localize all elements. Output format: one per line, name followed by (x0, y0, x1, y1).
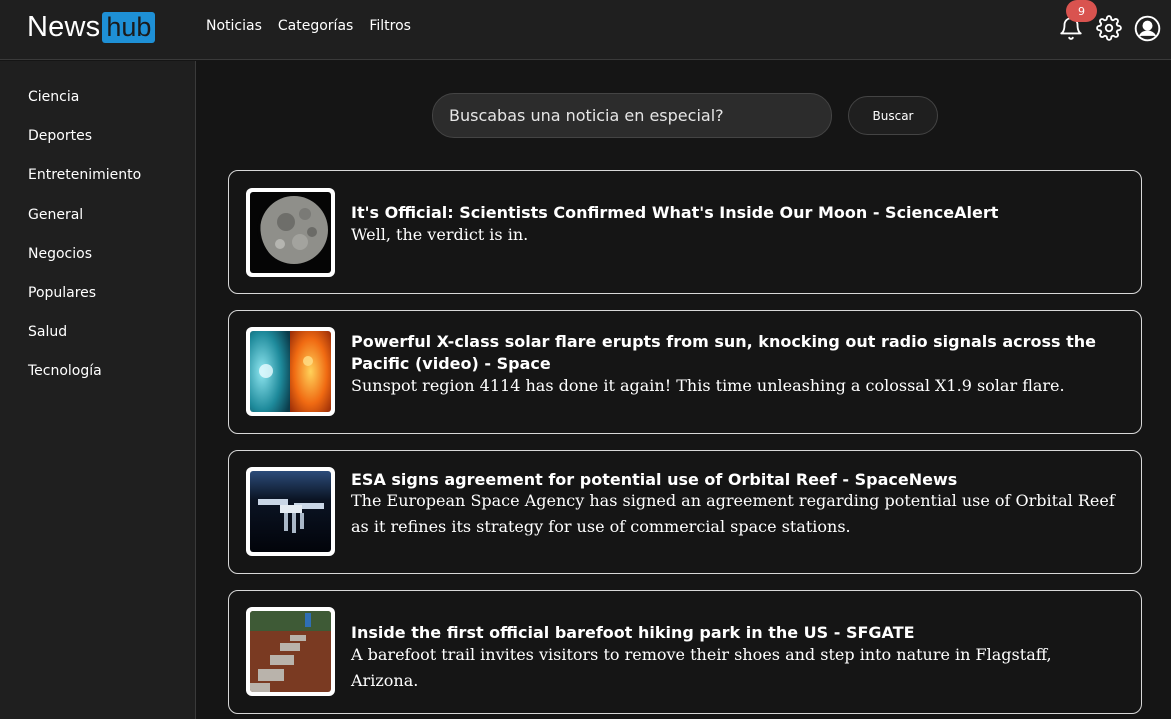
main-nav: Noticias Categorías Filtros (206, 18, 411, 34)
notification-badge: 9 (1066, 0, 1097, 22)
logo-text-news: News (27, 11, 101, 43)
sidebar-item-deportes[interactable]: Deportes (28, 128, 92, 144)
article-description: The European Space Agency has signed an … (351, 491, 1115, 536)
article-description: Well, the verdict is in. (351, 225, 529, 244)
category-sidebar: Ciencia Deportes Entretenimiento General… (0, 61, 196, 719)
space-station-image (246, 467, 335, 556)
sidebar-item-populares[interactable]: Populares (28, 285, 96, 301)
sidebar-item-entretenimiento[interactable]: Entretenimiento (28, 167, 141, 183)
article-title: Inside the first official barefoot hikin… (351, 623, 915, 642)
user-icon[interactable] (1134, 15, 1161, 42)
logo-text-hub: hub (102, 11, 156, 43)
article-title: Powerful X-class solar flare erupts from… (351, 332, 1097, 373)
article-description: Sunspot region 4114 has done it again! T… (351, 376, 1065, 395)
sidebar-item-salud[interactable]: Salud (28, 324, 67, 340)
nav-noticias[interactable]: Noticias (206, 18, 262, 34)
sidebar-item-tecnologia[interactable]: Tecnología (28, 363, 102, 379)
moon-image (246, 188, 335, 277)
sidebar-item-general[interactable]: General (28, 207, 83, 223)
sidebar-item-negocios[interactable]: Negocios (28, 246, 92, 262)
newshub-logo[interactable]: News hub (27, 9, 156, 45)
search-button[interactable]: Buscar (848, 96, 938, 135)
barefoot-trail-image (246, 607, 335, 696)
news-card[interactable]: It's Official: Scientists Confirmed What… (228, 170, 1142, 294)
news-card[interactable]: ESA signs agreement for potential use of… (228, 450, 1142, 574)
gear-icon[interactable] (1096, 15, 1122, 41)
article-title: It's Official: Scientists Confirmed What… (351, 203, 999, 222)
nav-categorias[interactable]: Categorías (278, 18, 353, 34)
solar-flare-image (246, 327, 335, 416)
top-bar: News hub Noticias Categorías Filtros 9 (0, 0, 1171, 60)
nav-filtros[interactable]: Filtros (369, 18, 411, 34)
news-card[interactable]: Inside the first official barefoot hikin… (228, 590, 1142, 714)
article-description: A barefoot trail invites visitors to rem… (351, 645, 1052, 690)
sidebar-item-ciencia[interactable]: Ciencia (28, 89, 79, 105)
search-input[interactable] (432, 93, 832, 138)
news-card[interactable]: Powerful X-class solar flare erupts from… (228, 310, 1142, 434)
